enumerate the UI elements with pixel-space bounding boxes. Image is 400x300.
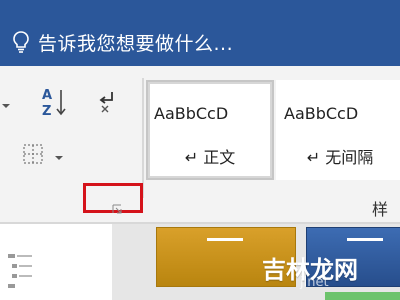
style-normal[interactable]: AaBbCcD ↵ 正文 bbox=[146, 80, 274, 180]
green-shape bbox=[325, 292, 400, 300]
paragraph-return-icon: ↵ bbox=[184, 148, 199, 167]
borders-icon bbox=[22, 143, 44, 169]
title-bar bbox=[0, 0, 400, 18]
tell-me-input[interactable]: 告诉我您想要做什么... bbox=[38, 29, 233, 56]
svg-text:A: A bbox=[42, 88, 52, 103]
sort-az-icon: A Z bbox=[39, 85, 73, 123]
shape-line bbox=[347, 238, 383, 241]
paragraph-return-icon: ↵ bbox=[306, 148, 321, 167]
style-label: ↵ 无间隔 bbox=[306, 148, 374, 167]
style-label: ↵ 正文 bbox=[184, 148, 236, 167]
borders-button[interactable] bbox=[22, 142, 70, 170]
chevron-down-icon[interactable] bbox=[54, 147, 64, 166]
style-preview: AaBbCcD bbox=[284, 104, 359, 123]
shape-line bbox=[207, 238, 243, 241]
tell-me-bar[interactable]: 告诉我您想要做什么... bbox=[0, 18, 400, 66]
style-no-spacing[interactable]: AaBbCcD ↵ 无间隔 bbox=[276, 80, 400, 180]
watermark-subtext: jlnet bbox=[300, 275, 329, 290]
list-icon bbox=[6, 252, 34, 292]
sort-button[interactable]: A Z bbox=[38, 86, 74, 122]
group-divider bbox=[142, 78, 144, 198]
paragraph-mark-icon bbox=[94, 88, 120, 120]
chevron-down-icon[interactable] bbox=[0, 95, 14, 115]
styles-group-label: 样 bbox=[372, 200, 389, 219]
dialog-launcher-icon[interactable] bbox=[112, 204, 122, 214]
show-paragraph-marks-button[interactable] bbox=[93, 88, 121, 120]
style-preview: AaBbCcD bbox=[154, 104, 229, 123]
lightbulb-icon bbox=[10, 28, 32, 56]
svg-text:Z: Z bbox=[42, 104, 51, 119]
